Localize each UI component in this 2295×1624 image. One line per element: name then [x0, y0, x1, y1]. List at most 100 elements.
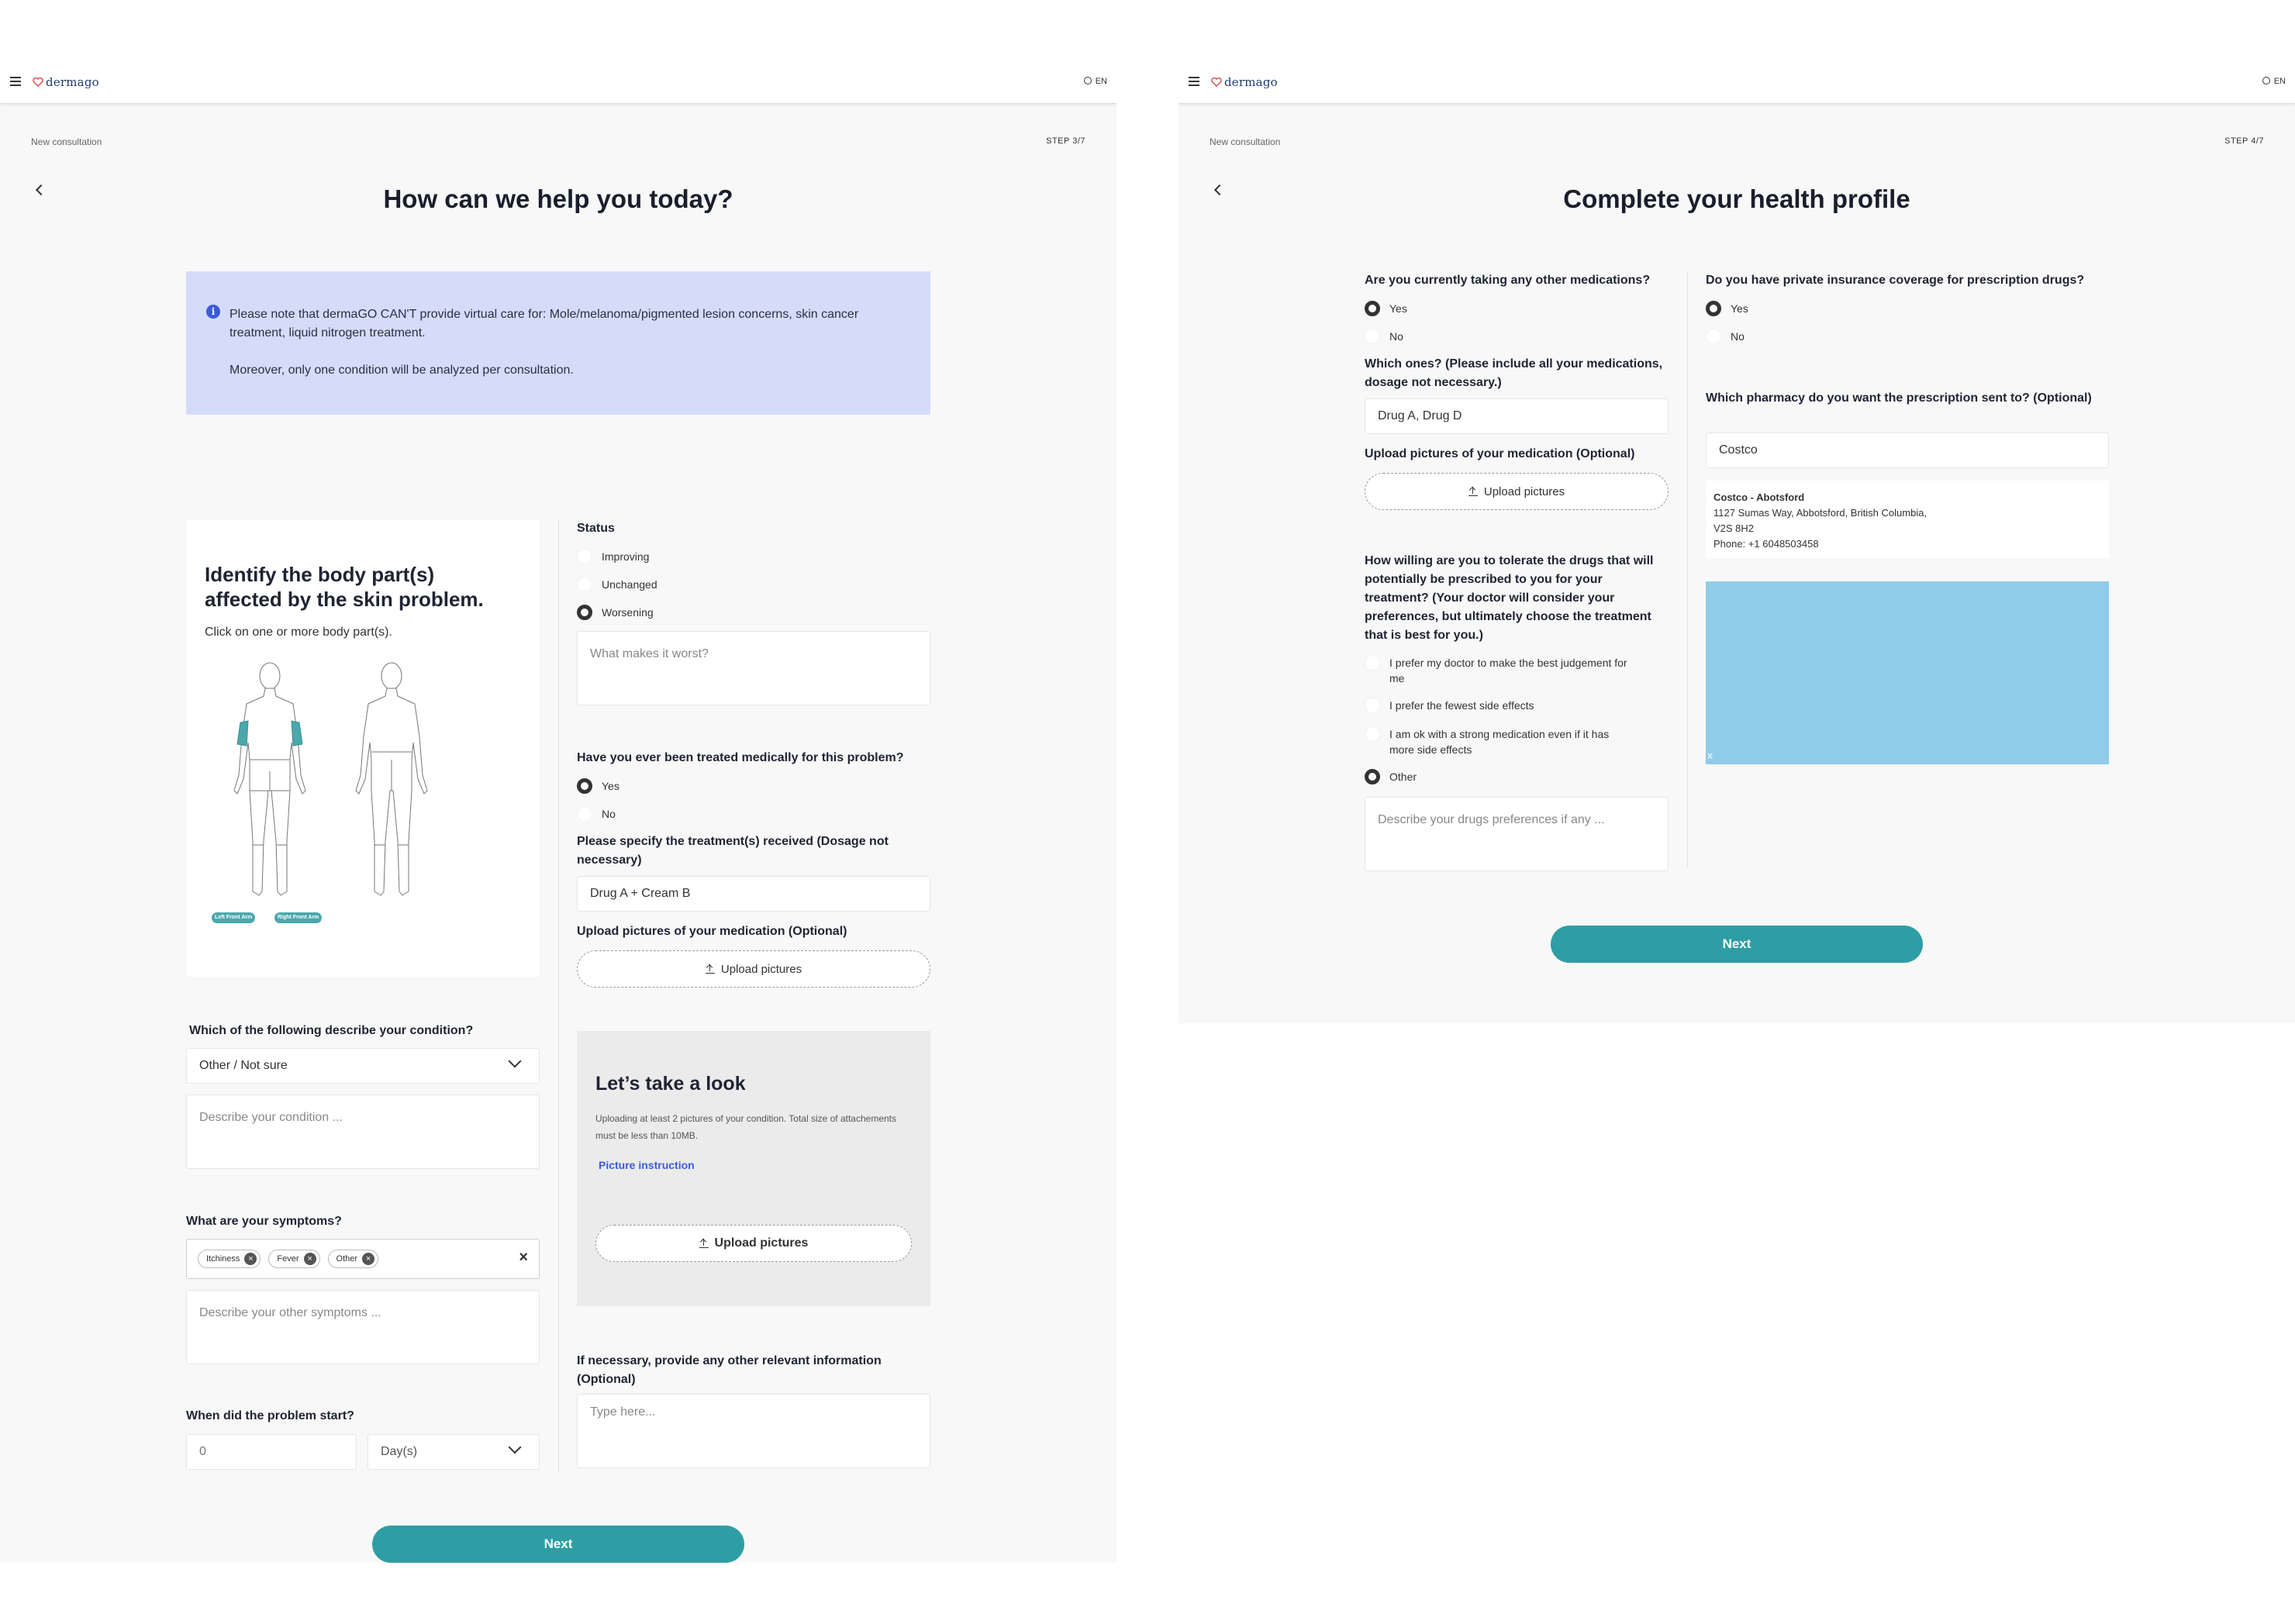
medications-radio-yes[interactable]: Yes — [1365, 299, 1407, 318]
treated-radio-no[interactable]: No — [577, 805, 616, 823]
left-front-arm-region[interactable] — [236, 720, 249, 746]
radio-indicator — [577, 549, 592, 564]
worse-reason-input[interactable]: What makes it worst? — [577, 631, 930, 705]
pharmacy-label: Which pharmacy do you want the prescript… — [1706, 391, 2092, 405]
duration-unit-value: Day(s) — [381, 1445, 418, 1458]
condition-select-value: Other / Not sure — [199, 1059, 288, 1072]
menu-icon[interactable] — [10, 77, 21, 86]
tolerance-radio-strong[interactable]: I am ok with a strong medication even if… — [1365, 726, 1628, 757]
tolerance-radio-doctor[interactable]: I prefer my doctor to make the best judg… — [1365, 655, 1628, 686]
step-indicator: STEP 3/7 — [1046, 136, 1085, 146]
tolerance-radio-other[interactable]: Other — [1365, 767, 1417, 786]
radio-indicator — [1706, 301, 1721, 316]
button-label: Upload pictures — [714, 1236, 809, 1250]
radio-label: I prefer the fewest side effects — [1389, 699, 1534, 712]
symptoms-multiselect[interactable]: Itchiness × Fever × Other × × — [186, 1239, 540, 1279]
brand-logo[interactable]: dermago — [33, 75, 99, 89]
radio-indicator — [1365, 698, 1380, 713]
treated-radio-yes[interactable]: Yes — [577, 777, 619, 795]
upload-icon — [699, 1239, 709, 1248]
photo-upload-card: Let’s take a look Uploading at least 2 p… — [577, 1031, 930, 1306]
breadcrumb[interactable]: New consultation — [1210, 136, 1280, 147]
pharmacy-value: Costco — [1719, 443, 1758, 457]
clear-all-icon[interactable]: × — [519, 1249, 528, 1267]
breadcrumb[interactable]: New consultation — [31, 136, 102, 147]
remove-chip-icon[interactable]: × — [303, 1253, 316, 1265]
top-bar: dermago EN — [0, 62, 1116, 104]
medications-radio-no[interactable]: No — [1365, 327, 1403, 346]
pharmacy-postal-code: V2S 8H2 — [1713, 522, 1755, 534]
body-diagram[interactable] — [209, 659, 457, 903]
tolerance-radio-fewest[interactable]: I prefer the fewest side effects — [1365, 696, 1534, 715]
language-switch[interactable]: EN — [1083, 77, 1107, 86]
menu-icon[interactable] — [1189, 77, 1199, 86]
radio-indicator — [1365, 329, 1380, 344]
condition-select[interactable]: Other / Not sure — [186, 1048, 540, 1084]
photo-card-title: Let’s take a look — [595, 1073, 746, 1095]
radio-indicator — [1365, 301, 1380, 316]
notice-text: Please note that dermaGO CAN'T provide v… — [230, 308, 859, 340]
upload-medication-button[interactable]: Upload pictures — [1365, 473, 1669, 510]
map-close-icon[interactable]: x — [1707, 749, 1713, 761]
pharmacy-address: 1127 Sumas Way, Abbotsford, British Colu… — [1713, 507, 1927, 519]
upload-icon — [705, 964, 715, 974]
chip-label: Other — [336, 1254, 358, 1264]
start-label: When did the problem start? — [186, 1409, 354, 1422]
medications-label: Are you currently taking any other medic… — [1365, 274, 1651, 287]
next-button[interactable]: Next — [1551, 926, 1923, 963]
picture-instruction-link[interactable]: Picture instruction — [599, 1159, 695, 1171]
medications-value: Drug A, Drug D — [1378, 409, 1462, 422]
step-indicator: STEP 4/7 — [2224, 136, 2264, 146]
radio-indicator — [1706, 329, 1721, 344]
next-button[interactable]: Next — [372, 1526, 744, 1563]
upload-medication-button[interactable]: Upload pictures — [577, 950, 930, 988]
radio-label: No — [1389, 330, 1403, 343]
radio-indicator — [1365, 769, 1380, 784]
top-bar: dermago EN — [1179, 62, 2295, 104]
symptom-chip[interactable]: Other × — [327, 1250, 379, 1268]
consultation-step-4-screen: dermago EN New consultation STEP 4/7 Com… — [1179, 62, 2295, 1023]
insurance-radio-yes[interactable]: Yes — [1706, 299, 1748, 318]
column-divider — [1687, 271, 1688, 868]
radio-label: Worsening — [602, 606, 654, 619]
status-radio-improving[interactable]: Improving — [577, 547, 649, 566]
selected-body-part-tag[interactable]: Left Front Arm — [212, 912, 256, 923]
pharmacy-name: Costco - Abotsford — [1713, 491, 1805, 503]
symptom-chip[interactable]: Fever × — [268, 1250, 320, 1268]
treated-label: Have you ever been treated medically for… — [577, 751, 904, 764]
medications-input[interactable]: Drug A, Drug D — [1365, 398, 1669, 434]
language-switch[interactable]: EN — [2262, 77, 2286, 86]
globe-icon — [1083, 77, 1092, 84]
condition-description-input[interactable]: Describe your condition ... — [186, 1095, 540, 1169]
notice-banner: Please note that dermaGO CAN'T provide v… — [186, 271, 930, 415]
duration-number-input[interactable]: 0 — [186, 1434, 357, 1470]
status-radio-worsening[interactable]: Worsening — [577, 603, 654, 622]
insurance-radio-no[interactable]: No — [1706, 327, 1745, 346]
remove-chip-icon[interactable]: × — [362, 1253, 375, 1265]
column-divider — [558, 519, 559, 1473]
treatment-value: Drug A + Cream B — [590, 887, 691, 900]
body-map-title: Identify the body part(s) affected by the… — [205, 563, 484, 611]
symptom-chip[interactable]: Itchiness × — [198, 1250, 261, 1268]
radio-label: Improving — [602, 550, 650, 563]
radio-indicator — [577, 778, 592, 794]
selected-body-part-tag[interactable]: Right Front Arm — [274, 912, 323, 923]
pharmacy-result[interactable]: Costco - Abotsford 1127 Sumas Way, Abbot… — [1706, 481, 2109, 558]
treatment-input[interactable]: Drug A + Cream B — [577, 876, 930, 912]
right-front-arm-region[interactable] — [291, 720, 303, 746]
radio-label: Yes — [602, 780, 619, 792]
body-map-instruction: Click on one or more body part(s). — [205, 626, 392, 639]
duration-value: 0 — [199, 1445, 206, 1458]
other-symptoms-input[interactable]: Describe your other symptoms ... — [186, 1290, 540, 1364]
drug-preferences-input[interactable]: Describe your drugs preferences if any .… — [1365, 797, 1669, 871]
upload-condition-pictures-button[interactable]: Upload pictures — [595, 1225, 912, 1262]
other-info-input[interactable]: Type here... — [577, 1394, 930, 1468]
brand-logo[interactable]: dermago — [1211, 75, 1278, 89]
other-info-label: If necessary, provide any other relevant… — [577, 1354, 882, 1386]
pharmacy-map[interactable]: x — [1706, 581, 2109, 764]
insurance-label: Do you have private insurance coverage f… — [1706, 274, 2085, 287]
radio-indicator — [577, 605, 592, 620]
pharmacy-search-input[interactable]: Costco — [1706, 433, 2109, 468]
remove-chip-icon[interactable]: × — [244, 1253, 257, 1265]
status-radio-unchanged[interactable]: Unchanged — [577, 575, 657, 594]
